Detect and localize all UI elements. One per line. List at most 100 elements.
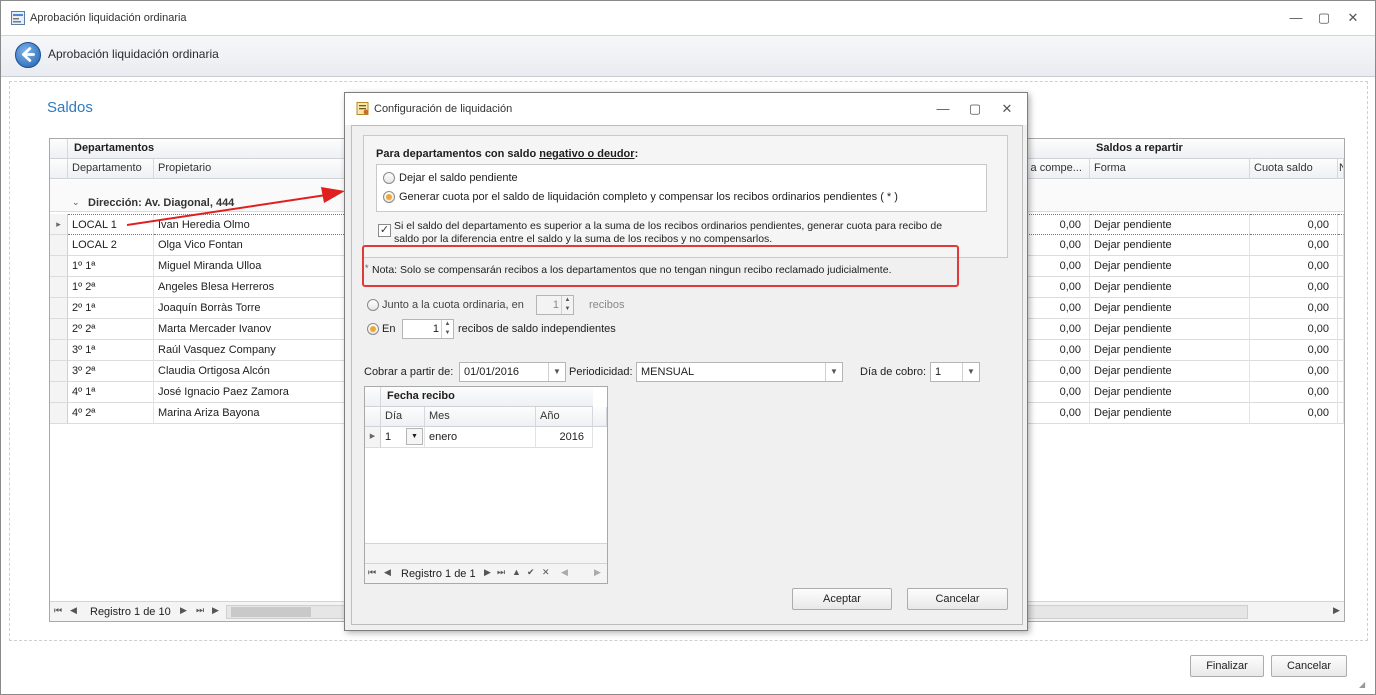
radio-generar-cuota[interactable] <box>383 191 395 203</box>
scroll-left-icon[interactable]: ◀ <box>561 567 568 578</box>
row-indicator[interactable] <box>50 340 68 361</box>
cell-forma[interactable]: Dejar pendiente <box>1090 361 1250 382</box>
nav-last-icon[interactable]: ⏭ <box>497 567 505 578</box>
checkbox-text-line1[interactable]: Si el saldo del departamento es superior… <box>394 220 942 232</box>
checkbox-superior[interactable]: ✓ <box>378 224 391 237</box>
column-header-propietario[interactable]: Propietario <box>154 159 348 179</box>
cell-forma[interactable]: Dejar pendiente <box>1090 340 1250 361</box>
resize-grip-icon[interactable]: ◢ <box>1359 680 1365 689</box>
nav-delete-icon[interactable]: ✕ <box>542 567 550 578</box>
radio-dejar-pendiente[interactable] <box>383 172 395 184</box>
inner-hscroll-area[interactable] <box>365 543 607 563</box>
cell-compensar[interactable]: 0,00 <box>1018 382 1090 403</box>
nav-next-icon[interactable]: ▶ <box>484 567 491 578</box>
column-header-compensar[interactable]: s a compe... <box>1018 159 1090 179</box>
cell-cuota-saldo[interactable]: 0,00 <box>1250 361 1338 382</box>
chevron-down-icon[interactable]: ⌄ <box>72 197 80 208</box>
cell-departamento[interactable]: 2º 1ª <box>68 298 154 319</box>
cell-forma[interactable]: Dejar pendiente <box>1090 298 1250 319</box>
cell-forma[interactable]: Dejar pendiente <box>1090 214 1250 235</box>
periodicidad-combo[interactable]: MENSUAL ▼ <box>636 362 843 382</box>
cell-cuota-saldo[interactable]: 0,00 <box>1250 277 1338 298</box>
cell-compensar[interactable]: 0,00 <box>1018 361 1090 382</box>
cell-forma[interactable]: Dejar pendiente <box>1090 235 1250 256</box>
cell-departamento[interactable]: LOCAL 2 <box>68 235 154 256</box>
aceptar-button[interactable]: Aceptar <box>792 588 892 610</box>
maximize-button[interactable]: ▢ <box>1314 9 1334 27</box>
nav-next-icon[interactable]: ▶ <box>180 605 187 616</box>
cell-departamento[interactable]: 3º 1ª <box>68 340 154 361</box>
cell-departamento[interactable]: 4º 2ª <box>68 403 154 424</box>
column-header-cuota-saldo[interactable]: Cuota saldo <box>1250 159 1338 179</box>
cell-forma[interactable]: Dejar pendiente <box>1090 382 1250 403</box>
row-indicator[interactable] <box>50 277 68 298</box>
cell-compensar[interactable]: 0,00 <box>1018 403 1090 424</box>
radio-generar-label[interactable]: Generar cuota por el saldo de liquidació… <box>399 191 898 203</box>
cell-cuota-saldo[interactable]: 0,00 <box>1250 403 1338 424</box>
row-indicator[interactable] <box>50 298 68 319</box>
cell-forma[interactable]: Dejar pendiente <box>1090 319 1250 340</box>
scroll-right-icon[interactable]: ▶ <box>594 567 601 578</box>
chevron-down-icon[interactable]: ▼ <box>962 363 979 381</box>
close-button[interactable]: ✕ <box>1343 9 1363 27</box>
row-indicator[interactable] <box>50 319 68 340</box>
scrollbar-thumb[interactable] <box>231 607 311 617</box>
scroll-right-icon[interactable]: ▶ <box>1333 605 1340 616</box>
chevron-down-icon[interactable]: ▼ <box>406 428 423 445</box>
cell-cuota-saldo[interactable]: 0,00 <box>1250 298 1338 319</box>
nav-prev-icon[interactable]: ◀ <box>70 605 77 616</box>
cell-compensar[interactable]: 0,00 <box>1018 277 1090 298</box>
cell-cuota-saldo[interactable]: 0,00 <box>1250 235 1338 256</box>
junto-spinner[interactable]: 1 ▲ ▼ <box>536 295 574 315</box>
cell-compensar[interactable]: 0,00 <box>1018 256 1090 277</box>
nav-last-icon[interactable]: ⏭ <box>196 605 204 616</box>
column-header-departamento[interactable]: Departamento <box>68 159 154 179</box>
finalizar-button[interactable]: Finalizar <box>1190 655 1264 677</box>
cell-propietario[interactable]: Miguel Miranda Ulloa <box>154 256 348 277</box>
chevron-down-icon[interactable]: ▼ <box>548 363 565 381</box>
column-header-anio[interactable]: Año <box>536 407 593 427</box>
cancelar-button[interactable]: Cancelar <box>1271 655 1347 677</box>
row-indicator[interactable] <box>50 361 68 382</box>
row-indicator[interactable] <box>50 382 68 403</box>
dialog-cancelar-button[interactable]: Cancelar <box>907 588 1008 610</box>
radio-junto-label[interactable]: Junto a la cuota ordinaria, en <box>382 299 524 311</box>
cell-compensar[interactable]: 0,00 <box>1018 340 1090 361</box>
back-button[interactable] <box>15 42 41 68</box>
cell-dia[interactable]: 1 ▼ <box>381 427 425 448</box>
dialog-minimize-button[interactable]: — <box>933 100 953 118</box>
row-indicator[interactable] <box>50 235 68 256</box>
cell-cuota-saldo[interactable]: 0,00 <box>1250 319 1338 340</box>
cell-compensar[interactable]: 0,00 <box>1018 298 1090 319</box>
cell-cuota-saldo[interactable]: 0,00 <box>1250 382 1338 403</box>
checkbox-text-line2[interactable]: saldo por la diferencia entre el saldo y… <box>394 233 772 245</box>
column-header-forma[interactable]: Forma <box>1090 159 1250 179</box>
cell-cuota-saldo[interactable]: 0,00 <box>1250 214 1338 235</box>
cell-departamento[interactable]: 4º 1ª <box>68 382 154 403</box>
cell-propietario[interactable]: Marta Mercader Ivanov <box>154 319 348 340</box>
cell-propietario[interactable]: Olga Vico Fontan <box>154 235 348 256</box>
spin-arrows-icon[interactable]: ▲ ▼ <box>441 320 453 338</box>
cell-departamento[interactable]: 1º 1ª <box>68 256 154 277</box>
radio-en-label[interactable]: En <box>382 323 395 335</box>
nav-confirm-icon[interactable]: ✔ <box>527 567 535 578</box>
cell-propietario[interactable]: Raúl Vasquez Company <box>154 340 348 361</box>
column-header-dia[interactable]: Día <box>381 407 425 427</box>
en-spinner[interactable]: 1 ▲ ▼ <box>402 319 454 339</box>
cell-departamento[interactable]: 1º 2ª <box>68 277 154 298</box>
column-header-mes[interactable]: Mes <box>425 407 536 427</box>
dialog-close-button[interactable]: ✕ <box>997 100 1017 118</box>
cell-compensar[interactable]: 0,00 <box>1018 214 1090 235</box>
radio-dejar-label[interactable]: Dejar el saldo pendiente <box>399 172 518 184</box>
cobrar-date-combo[interactable]: 01/01/2016 ▼ <box>459 362 566 382</box>
cell-departamento[interactable]: 2º 2ª <box>68 319 154 340</box>
cell-compensar[interactable]: 0,00 <box>1018 319 1090 340</box>
cell-anio[interactable]: 2016 <box>536 427 593 448</box>
cell-propietario[interactable]: Angeles Blesa Herreros <box>154 277 348 298</box>
nav-prev-icon[interactable]: ◀ <box>384 567 391 578</box>
dia-cobro-combo[interactable]: 1 ▼ <box>930 362 980 382</box>
nav-add-icon[interactable]: ▲ <box>512 567 521 577</box>
row-indicator[interactable] <box>50 403 68 424</box>
cell-departamento[interactable]: 3º 2ª <box>68 361 154 382</box>
radio-en[interactable] <box>367 323 379 335</box>
